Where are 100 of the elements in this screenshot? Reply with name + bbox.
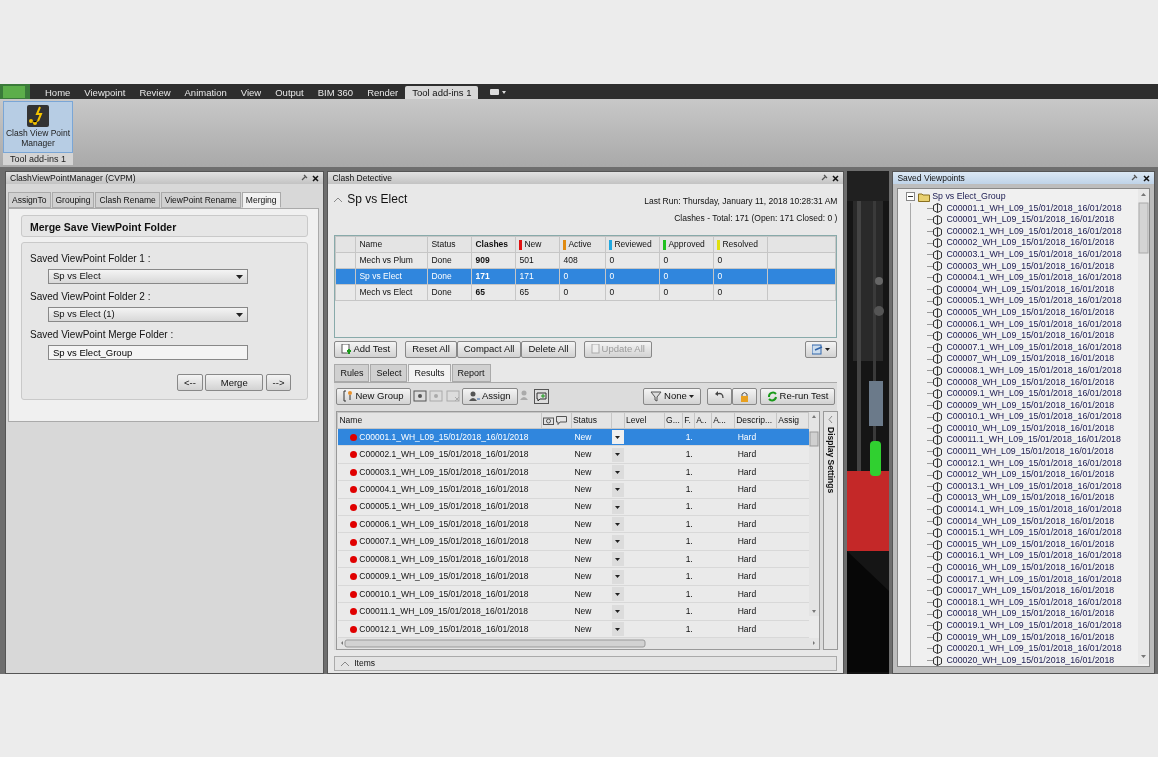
panel-tab[interactable]: Grouping	[51, 192, 95, 208]
test-button[interactable]: Reset All	[405, 340, 457, 358]
tree-item[interactable]: C00013.1_WH_L09_15/01/2018_16/01/2018	[946, 480, 1122, 493]
horizontal-scrollbar[interactable]	[337, 638, 820, 650]
filter-dropdown-button[interactable]: None	[643, 387, 701, 405]
tree-item[interactable]: C00002.1_WH_L09_15/01/2018_16/01/2018	[946, 225, 1122, 238]
result-row[interactable]: C00009.1_WH_L09_15/01/2018_16/01/2018 New 1. Hard	[337, 567, 809, 586]
ribbon-tab[interactable]: Animation	[177, 86, 234, 99]
status-dropdown[interactable]	[611, 622, 624, 637]
export-dropdown-button[interactable]	[805, 340, 838, 358]
tree-item[interactable]: C00019_WH_L09_15/01/2018_16/01/2018	[946, 631, 1115, 644]
test-button[interactable]: Delete All	[521, 340, 576, 358]
tree-item[interactable]: C00006.1_WH_L09_15/01/2018_16/01/2018	[946, 318, 1122, 331]
result-row[interactable]: C00011.1_WH_L09_15/01/2018_16/01/2018 New 1. Hard	[337, 602, 809, 621]
vertical-scrollbar[interactable]	[809, 411, 820, 616]
collapse-node-icon[interactable]	[906, 192, 916, 202]
tree-item[interactable]: C00003.1_WH_L09_15/01/2018_16/01/2018	[946, 248, 1122, 261]
column-header[interactable]: Descrip...	[734, 412, 777, 429]
tree-item[interactable]: C00001.1_WH_L09_15/01/2018_16/01/2018	[946, 202, 1122, 215]
test-button[interactable]: Add Test	[334, 340, 398, 358]
panel-tab[interactable]: ViewPoint Rename	[160, 192, 241, 208]
result-row[interactable]: C00008.1_WH_L09_15/01/2018_16/01/2018 New 1. Hard	[337, 550, 809, 568]
result-row[interactable]: C00012.1_WH_L09_15/01/2018_16/01/2018 New 1. Hard	[337, 620, 809, 638]
tree-item[interactable]: C00010.1_WH_L09_15/01/2018_16/01/2018	[946, 411, 1122, 423]
tree-item[interactable]: C00007_WH_L09_15/01/2018_16/01/2018	[946, 353, 1115, 365]
assign-button[interactable]: Assign	[462, 387, 518, 405]
results-tab[interactable]: Report	[451, 363, 491, 382]
result-row[interactable]: C00006.1_WH_L09_15/01/2018_16/01/2018 New 1. Hard	[337, 515, 809, 533]
expand-icon[interactable]	[341, 661, 350, 667]
clash-view-point-manager-button[interactable]: Clash View Point Manager	[3, 101, 73, 153]
tree-item[interactable]: C00018.1_WH_L09_15/01/2018_16/01/2018	[946, 596, 1122, 609]
result-row[interactable]: C00001.1_WH_L09_15/01/2018_16/01/2018 New 1. Hard	[337, 428, 809, 446]
ribbon-tab[interactable]: BIM 360	[310, 86, 361, 99]
ribbon-tab[interactable]: Output	[268, 86, 311, 99]
status-dropdown[interactable]	[611, 587, 624, 602]
folder-name-field[interactable]: Sp vs Elect_Group	[48, 345, 248, 360]
result-row[interactable]: C00005.1_WH_L09_15/01/2018_16/01/2018 New 1. Hard	[337, 498, 809, 516]
pin-icon[interactable]	[299, 174, 308, 182]
tree-item[interactable]: C00017.1_WH_L09_15/01/2018_16/01/2018	[946, 573, 1122, 586]
ribbon-tab[interactable]: View	[233, 86, 269, 99]
tree-item[interactable]: C00019.1_WH_L09_15/01/2018_16/01/2018	[946, 619, 1122, 632]
tree-item[interactable]: C00015_WH_L09_15/01/2018_16/01/2018	[946, 538, 1115, 551]
status-dropdown[interactable]	[611, 534, 624, 549]
tree-item[interactable]: C00002_WH_L09_15/01/2018_16/01/2018	[946, 237, 1115, 249]
tree-item[interactable]: C00020.1_WH_L09_15/01/2018_16/01/2018	[946, 643, 1122, 655]
column-header[interactable]: A...	[711, 412, 735, 429]
pin-icon[interactable]	[819, 174, 828, 182]
close-icon[interactable]	[312, 174, 320, 182]
vertical-scrollbar[interactable]	[1138, 189, 1149, 664]
merge-panel-button[interactable]: <--	[176, 374, 203, 392]
rerun-test-button[interactable]: Re-run Test	[759, 387, 836, 405]
tree-item[interactable]: C00016_WH_L09_15/01/2018_16/01/2018	[946, 562, 1115, 574]
tree-item[interactable]: C00012.1_WH_L09_15/01/2018_16/01/2018	[946, 457, 1122, 470]
close-icon[interactable]	[832, 174, 840, 182]
status-dropdown[interactable]	[611, 517, 624, 532]
tree-item[interactable]: C00018_WH_L09_15/01/2018_16/01/2018	[946, 608, 1115, 620]
tree-item[interactable]: C00010_WH_L09_15/01/2018_16/01/2018	[946, 422, 1115, 435]
panel-tab[interactable]: AssignTo	[8, 192, 51, 208]
result-row[interactable]: C00004.1_WH_L09_15/01/2018_16/01/2018 New 1. Hard	[337, 480, 809, 499]
tree-item[interactable]: C00015.1_WH_L09_15/01/2018_16/01/2018	[946, 527, 1122, 539]
ribbon-tab[interactable]: Tool add-ins 1	[405, 86, 479, 99]
tree-item[interactable]: C00008_WH_L09_15/01/2018_16/01/2018	[946, 376, 1115, 389]
new-group-button[interactable]: New Group	[336, 387, 411, 405]
column-header[interactable]: Status	[571, 412, 612, 429]
pin-icon[interactable]	[1130, 174, 1139, 182]
ribbon-tab[interactable]: Viewpoint	[77, 86, 133, 99]
column-header[interactable]: Level	[624, 412, 665, 429]
lock-button[interactable]	[732, 387, 758, 405]
tree-item[interactable]: C00013_WH_L09_15/01/2018_16/01/2018	[946, 492, 1115, 505]
folder-select[interactable]: Sp vs Elect	[48, 269, 248, 284]
tree-item[interactable]: C00005_WH_L09_15/01/2018_16/01/2018	[946, 306, 1115, 319]
ribbon-tab[interactable]: Render	[360, 86, 406, 99]
tree-item[interactable]: C00020_WH_L09_15/01/2018_16/01/2018	[946, 654, 1115, 667]
status-dropdown[interactable]	[611, 465, 624, 480]
merge-panel-button[interactable]: -->	[265, 374, 292, 392]
panel-tab[interactable]: Merging	[241, 192, 281, 208]
tree-item[interactable]: C00003_WH_L09_15/01/2018_16/01/2018	[946, 260, 1115, 273]
tree-item[interactable]: C00016.1_WH_L09_15/01/2018_16/01/2018	[946, 550, 1122, 562]
results-tab[interactable]: Rules	[334, 363, 370, 382]
column-header[interactable]: Name	[337, 412, 542, 429]
status-dropdown[interactable]	[611, 482, 624, 497]
tree-item[interactable]: C00001_WH_L09_15/01/2018_16/01/2018	[946, 214, 1115, 226]
status-dropdown[interactable]	[611, 604, 624, 619]
tree-item[interactable]: C00006_WH_L09_15/01/2018_16/01/2018	[946, 330, 1115, 342]
tree-item[interactable]: C00007.1_WH_L09_15/01/2018_16/01/2018	[946, 341, 1122, 354]
tree-item[interactable]: C00008.1_WH_L09_15/01/2018_16/01/2018	[946, 364, 1122, 377]
results-tab[interactable]: Select	[370, 363, 408, 382]
status-dropdown[interactable]	[611, 552, 624, 567]
tree-item[interactable]: C00005.1_WH_L09_15/01/2018_16/01/2018	[946, 295, 1122, 307]
camera-dropdown-icon[interactable]	[490, 88, 509, 96]
close-icon[interactable]	[1143, 174, 1150, 182]
comment-add-icon[interactable]	[534, 388, 550, 404]
results-tab[interactable]: Results	[408, 363, 451, 382]
folder-select[interactable]: Sp vs Elect (1)	[48, 307, 248, 322]
tree-item[interactable]: C00004_WH_L09_15/01/2018_16/01/2018	[946, 283, 1115, 296]
status-dropdown[interactable]	[611, 569, 624, 584]
ribbon-tab[interactable]: Home	[38, 86, 78, 99]
undo-button[interactable]	[707, 387, 733, 405]
test-button[interactable]: Compact All	[456, 340, 522, 358]
column-header[interactable]: Assig	[776, 412, 809, 429]
